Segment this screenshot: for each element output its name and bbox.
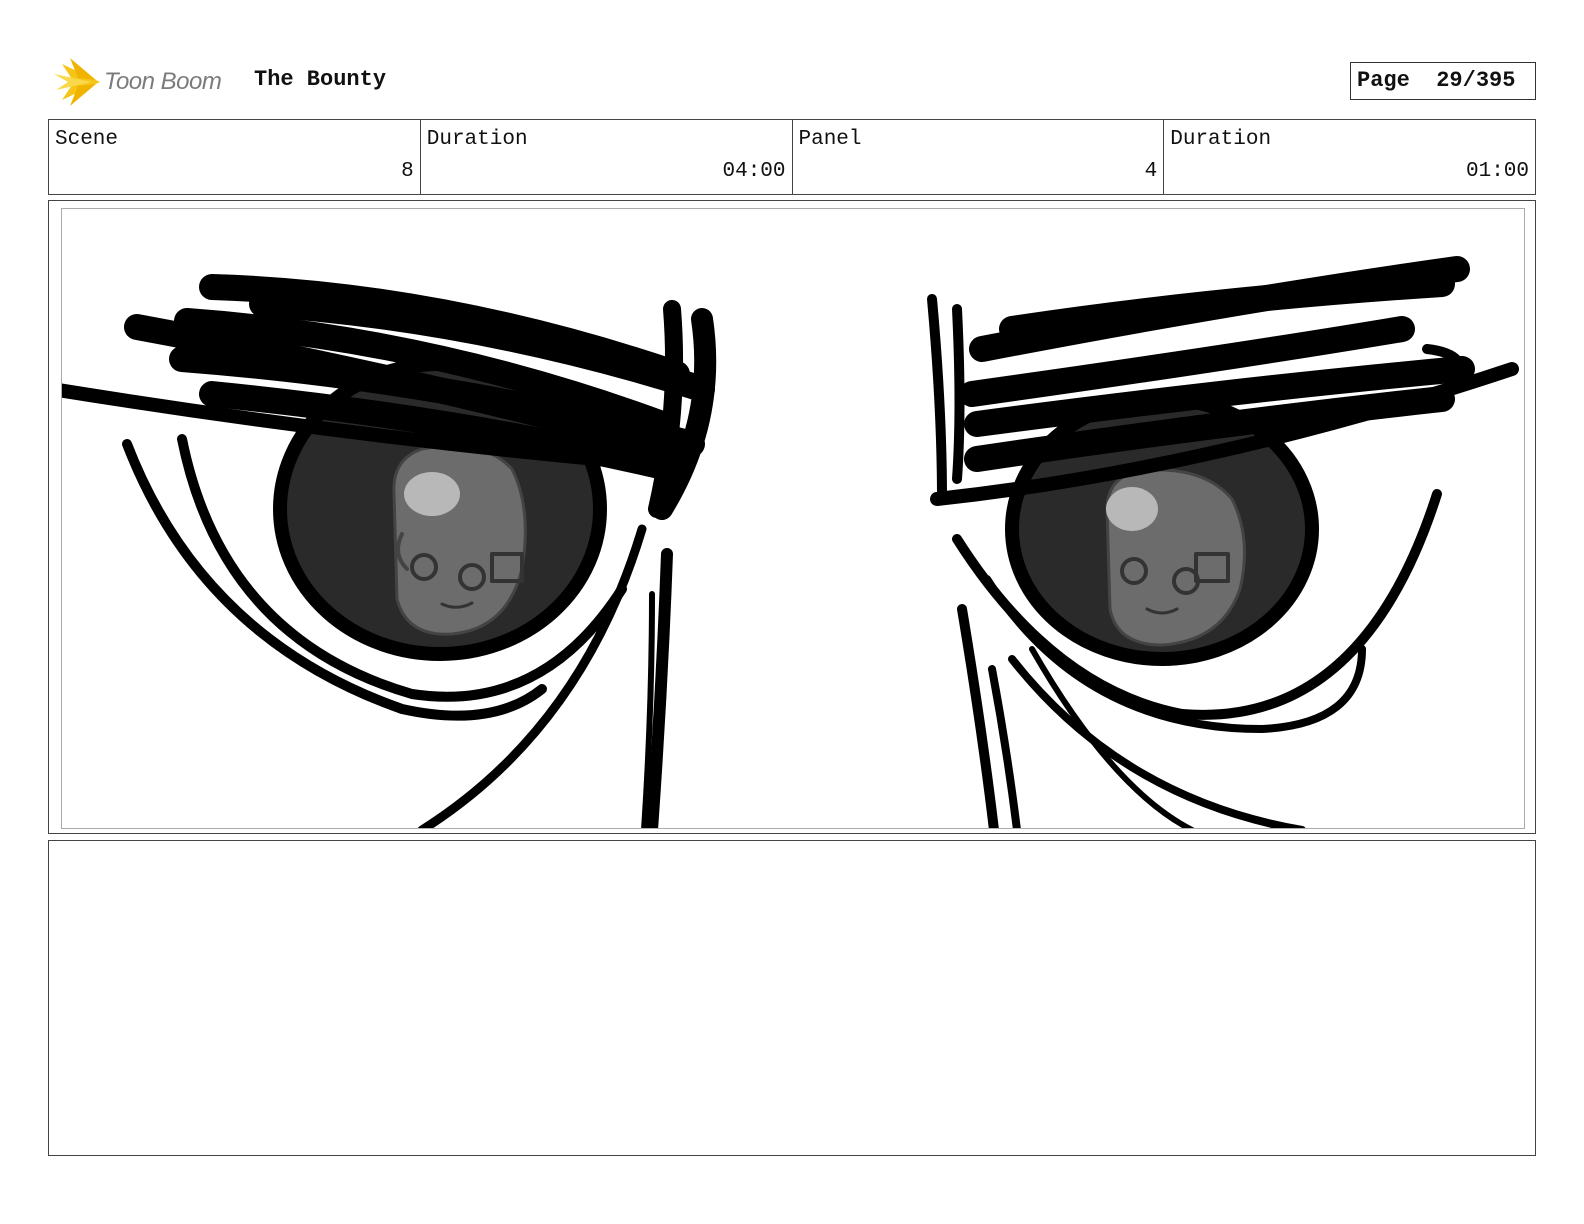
- scene-duration-cell: Duration 04:00: [421, 120, 793, 194]
- page-number: 29/395: [1436, 68, 1516, 93]
- page-label: Page: [1357, 68, 1410, 93]
- project-title: The Bounty: [254, 67, 387, 92]
- panel-notes-box[interactable]: [48, 840, 1536, 1156]
- eyes-sketch: [62, 256, 1519, 828]
- panel-value: 4: [1144, 160, 1158, 183]
- panel-duration-cell: Duration 01:00: [1164, 120, 1535, 194]
- page-indicator: Page 29/395: [1350, 62, 1536, 100]
- scene-duration-label: Duration: [426, 128, 528, 151]
- panel-cell: Panel 4: [793, 120, 1165, 194]
- panel-duration-value: 01:00: [1465, 160, 1529, 183]
- scene-duration-value: 04:00: [722, 160, 786, 183]
- scene-cell: Scene 8: [49, 120, 421, 194]
- toon-boom-logo: Toon Boom: [52, 56, 242, 106]
- scene-value: 8: [401, 160, 414, 183]
- sunburst-icon: [54, 58, 100, 106]
- storyboard-panel-image: [61, 208, 1525, 829]
- panel-label: Panel: [798, 128, 862, 151]
- page-header: Toon Boom The Bounty Page 29/395: [48, 52, 1536, 108]
- storyboard-panel-frame: [48, 200, 1536, 834]
- panel-info-row: Scene 8 Duration 04:00 Panel 4 Duration …: [48, 119, 1536, 195]
- logo-text: Toon Boom: [104, 68, 222, 95]
- panel-duration-label: Duration: [1170, 128, 1272, 151]
- scene-label: Scene: [55, 128, 119, 151]
